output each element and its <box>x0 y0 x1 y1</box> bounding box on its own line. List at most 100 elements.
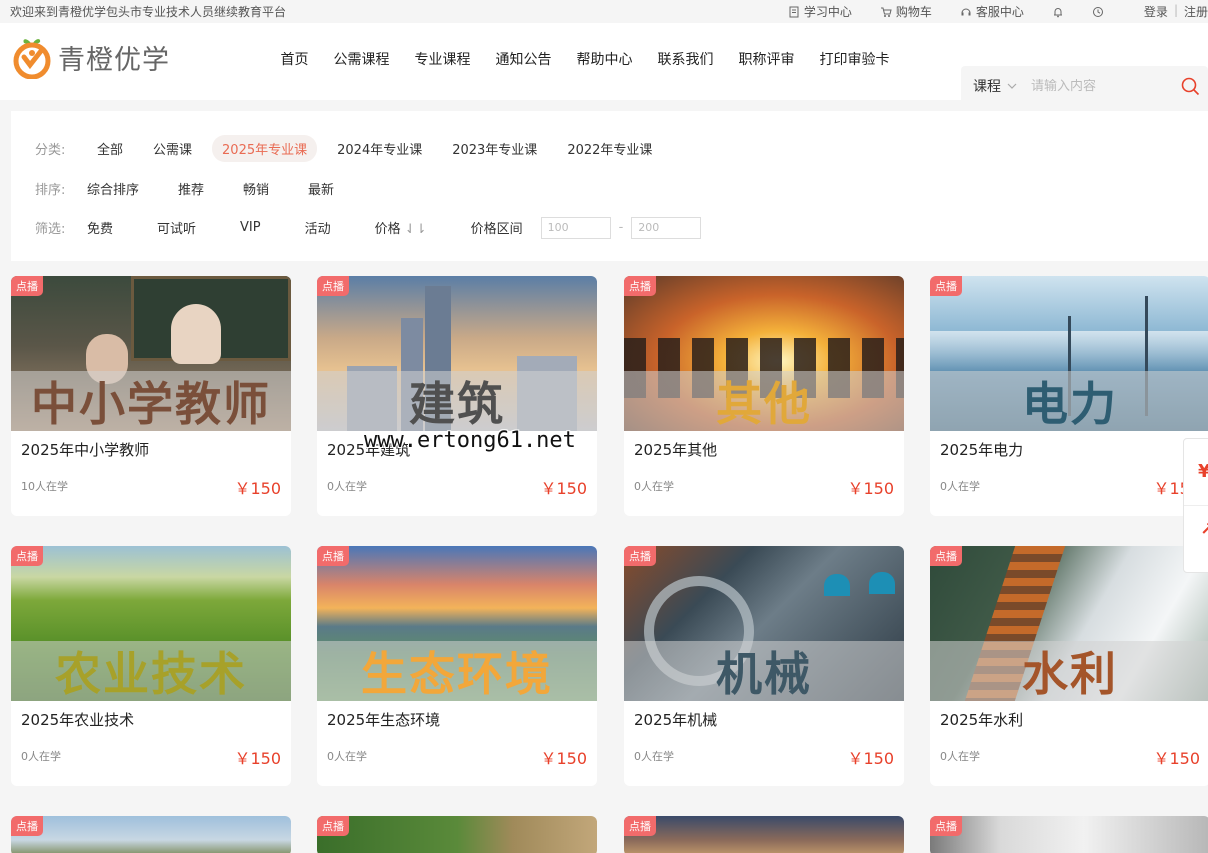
cart-icon <box>880 7 892 17</box>
course-title[interactable]: 2025年中小学教师 <box>21 439 149 460</box>
course-thumbnail: 建筑 点播 <box>317 276 597 431</box>
course-card[interactable]: 电力 点播 2025年电力 0人在学 ￥150 <box>930 276 1208 516</box>
course-thumbnail: 点播 <box>317 816 597 853</box>
vod-badge: 点播 <box>624 276 656 296</box>
course-banner-text: 水利 <box>1022 647 1118 701</box>
history-icon <box>1092 6 1103 17</box>
category-2022-professional[interactable]: 2022年专业课 <box>557 135 662 162</box>
nav-print-card[interactable]: 打印审验卡 <box>807 49 902 69</box>
search-box: 课程 <box>961 66 1208 106</box>
vod-badge: 点播 <box>11 276 43 296</box>
main-header: 青橙优学 首页 公需课程 专业课程 通知公告 帮助中心 联系我们 职称评审 打印… <box>0 23 1208 106</box>
course-price: ￥150 <box>1153 749 1200 768</box>
course-banner-text: 中小学教师 <box>31 377 271 431</box>
course-price: ￥150 <box>234 479 281 498</box>
course-title[interactable]: 2025年生态环境 <box>327 709 440 730</box>
filter-free[interactable]: 免费 <box>77 214 123 241</box>
course-card[interactable]: 农业技术 点播 2025年农业技术 0人在学 ￥150 <box>11 546 291 786</box>
course-card[interactable]: 点播 <box>317 816 597 853</box>
main-nav: 首页 公需课程 专业课程 通知公告 帮助中心 联系我们 职称评审 打印审验卡 <box>268 49 902 69</box>
sort-bestselling[interactable]: 畅销 <box>233 175 279 202</box>
course-title[interactable]: 2025年水利 <box>940 709 1023 730</box>
course-title[interactable]: 2025年电力 <box>940 439 1023 460</box>
register-link[interactable]: 注册 <box>1184 3 1208 20</box>
search-input[interactable] <box>1031 78 1171 94</box>
top-links: 学习中心 购物车 客服中心 登录 | 注册 <box>760 3 1208 20</box>
course-title[interactable]: 2025年其他 <box>634 439 717 460</box>
nav-help-center[interactable]: 帮助中心 <box>564 49 645 69</box>
learner-count: 0人在学 <box>327 480 367 493</box>
category-label: 分类: <box>35 143 66 158</box>
category-all[interactable]: 全部 <box>87 135 133 162</box>
price-max-input[interactable] <box>631 216 702 239</box>
cart-link[interactable]: 购物车 <box>880 3 932 20</box>
course-title[interactable]: 2025年机械 <box>634 709 717 730</box>
course-card[interactable]: 点播 <box>624 816 904 853</box>
auth-links: 登录 | 注册 <box>1144 3 1208 20</box>
course-card[interactable]: 点播 <box>11 816 291 853</box>
category-filter-row: 分类: 全部 公需课 2025年专业课 2024年专业课 2023年专业课 20… <box>35 135 672 162</box>
course-price: ￥150 <box>234 749 281 768</box>
course-title[interactable]: 2025年农业技术 <box>21 709 134 730</box>
side-float-panel[interactable]: ¥ ↗ <box>1183 438 1208 573</box>
nav-notices[interactable]: 通知公告 <box>483 49 564 69</box>
vod-badge: 点播 <box>11 816 43 836</box>
course-thumbnail: 农业技术 点播 <box>11 546 291 701</box>
sort-arrows-icon: ⇃⇂ <box>404 222 427 237</box>
vod-badge: 点播 <box>317 816 349 836</box>
category-2024-professional[interactable]: 2024年专业课 <box>327 135 432 162</box>
course-card[interactable]: 机械 点播 2025年机械 0人在学 ￥150 <box>624 546 904 786</box>
sort-recommended[interactable]: 推荐 <box>168 175 214 202</box>
course-card[interactable]: 水利 点播 2025年水利 0人在学 ￥150 <box>930 546 1208 786</box>
vod-badge: 点播 <box>317 546 349 566</box>
course-card[interactable]: 其他 点播 2025年其他 0人在学 ￥150 <box>624 276 904 516</box>
top-bar: 欢迎来到青橙优学包头市专业技术人员继续教育平台 学习中心 购物车 客服中心 登录… <box>0 0 1208 23</box>
course-thumbnail: 中小学教师 点播 <box>11 276 291 431</box>
filter-panel: 分类: 全部 公需课 2025年专业课 2024年专业课 2023年专业课 20… <box>11 111 1208 261</box>
logo-text: 青橙优学 <box>58 44 170 76</box>
nav-public-courses[interactable]: 公需课程 <box>321 49 402 69</box>
course-card[interactable]: 生态环境 点播 2025年生态环境 0人在学 ￥150 <box>317 546 597 786</box>
search-icon[interactable] <box>1181 77 1200 96</box>
service-center-link[interactable]: 客服中心 <box>960 3 1024 20</box>
nav-title-review[interactable]: 职称评审 <box>726 49 807 69</box>
filter-activity[interactable]: 活动 <box>295 214 341 241</box>
filter-trial[interactable]: 可试听 <box>147 214 206 241</box>
study-center-link[interactable]: 学习中心 <box>788 3 852 20</box>
sort-label: 排序: <box>35 183 66 198</box>
price-min-input[interactable] <box>540 216 611 239</box>
course-card[interactable]: 建筑 点播 2025年建筑 0人在学 ￥150 <box>317 276 597 516</box>
course-card[interactable]: 点播 <box>930 816 1208 853</box>
course-banner-text: 生态环境 <box>361 647 553 701</box>
learner-count: 0人在学 <box>940 480 980 493</box>
category-public[interactable]: 公需课 <box>143 135 202 162</box>
course-price: ￥150 <box>847 479 894 498</box>
bell-icon <box>1053 7 1062 17</box>
nav-contact-us[interactable]: 联系我们 <box>645 49 726 69</box>
sort-comprehensive[interactable]: 综合排序 <box>77 175 149 202</box>
history-button[interactable] <box>1092 6 1104 18</box>
vod-badge: 点播 <box>11 546 43 566</box>
learner-count: 0人在学 <box>327 750 367 763</box>
vod-badge: 点播 <box>930 546 962 566</box>
vod-badge: 点播 <box>624 546 656 566</box>
sort-newest[interactable]: 最新 <box>298 175 344 202</box>
filter-vip[interactable]: VIP <box>230 216 271 239</box>
course-card[interactable]: 中小学教师 点播 2025年中小学教师 10人在学 ￥150 <box>11 276 291 516</box>
course-price: ￥150 <box>847 749 894 768</box>
filter-price-sort[interactable]: 价格 ⇃⇂ <box>365 214 437 241</box>
learner-count: 0人在学 <box>634 750 674 763</box>
category-2023-professional[interactable]: 2023年专业课 <box>442 135 547 162</box>
site-logo[interactable]: 青橙优学 <box>12 35 170 79</box>
course-price: ￥150 <box>540 479 587 498</box>
nav-home[interactable]: 首页 <box>268 49 321 69</box>
login-link[interactable]: 登录 <box>1144 3 1168 20</box>
search-type-select[interactable]: 课程 <box>973 76 1017 96</box>
screen-row: 筛选: 免费 可试听 VIP 活动 价格 ⇃⇂ 价格区间 - <box>35 214 702 241</box>
notification-button[interactable] <box>1052 6 1064 18</box>
nav-professional-courses[interactable]: 专业课程 <box>402 49 483 69</box>
course-thumbnail: 点播 <box>11 816 291 853</box>
category-2025-professional[interactable]: 2025年专业课 <box>212 135 318 162</box>
side-float-icon: ↗ <box>1200 519 1208 540</box>
welcome-text: 欢迎来到青橙优学包头市专业技术人员继续教育平台 <box>10 5 287 19</box>
